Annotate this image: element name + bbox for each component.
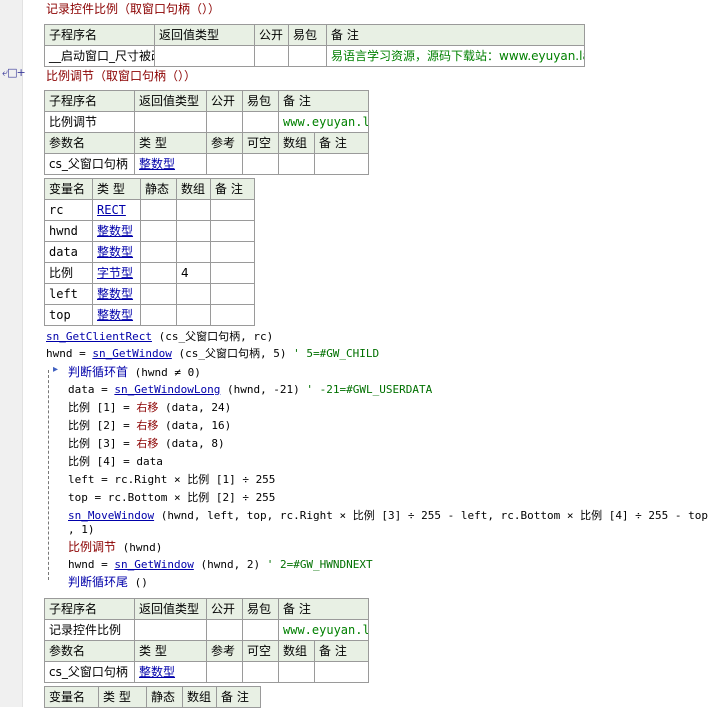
code-line-5[interactable]: 比例 [1] = 右移 (data, 24) <box>68 400 231 416</box>
code-line-2[interactable]: hwnd = sn_GetWindow (cs_父窗口句柄, 5) ' 5=#G… <box>46 346 379 362</box>
table-row: left 整数型 <box>44 283 255 305</box>
sub3-var-table: 变量名类 型 静态 数组 备 注 <box>44 686 261 708</box>
table-header-row: 子程序名 返回值类型 公开 易包 备 注 <box>44 598 369 620</box>
table-row: cs_父窗口句柄 整数型 <box>44 153 369 175</box>
table-row: 比例 字节型 4 <box>44 262 255 284</box>
loop-guide-line <box>48 370 49 580</box>
editor-gutter <box>0 0 23 707</box>
sub2-param-table: 参数名类 型 参考 可空 数组备 注 cs_父窗口句柄 整数型 <box>44 132 369 175</box>
sub2-var-table: 变量名类 型 静态 数组 备 注 rc RECT hwnd 整数型 data 整数型 比… <box>44 178 255 326</box>
sub3-param-table: 参数名类 型 参考 可空 数组备 注 cs_父窗口句柄 整数型 <box>44 640 369 683</box>
table-header-row: 变量名类 型 静态 数组 备 注 <box>44 178 255 200</box>
sub3-table: 子程序名 返回值类型 公开 易包 备 注 记录控件比例 www.eyuyan.la <box>44 598 369 641</box>
sub1-table: 子程序名返回值类型 公开易包 备 注 __启动窗口_尺寸被改变 易语言学习资源，… <box>44 24 585 67</box>
code-line-9[interactable]: left = rc.Right × 比例 [1] ÷ 255 <box>68 472 275 488</box>
code-line-13[interactable]: hwnd = sn_GetWindow (hwnd, 2) ' 2=#GW_HW… <box>68 557 373 573</box>
code-line-8[interactable]: 比例 [4] = data <box>68 454 163 470</box>
table-row: cs_父窗口句柄 整数型 <box>44 661 369 683</box>
code-line-7[interactable]: 比例 [3] = 右移 (data, 8) <box>68 436 225 452</box>
table-header-row: 子程序名 返回值类型 公开 易包 备 注 <box>44 24 585 46</box>
code-line-14[interactable]: 判断循环尾 () <box>68 574 148 591</box>
table-header-row: 参数名类 型 参考 可空 数组备 注 <box>44 132 369 154</box>
code-line-1[interactable]: sn_GetClientRect (cs_父窗口句柄, rc) <box>46 329 273 345</box>
loop-arrow-icon: ▸ <box>53 364 59 375</box>
code-line-11[interactable]: sn_MoveWindow (hwnd, left, top, rc.Right… <box>68 508 708 524</box>
sub1-title: 记录控件比例（取窗口句柄（）） <box>46 2 221 16</box>
sub2-title: 比例调节（取窗口句柄（）） <box>46 69 197 83</box>
table-row: top 整数型 <box>44 304 255 326</box>
breakpoint-plus-icon[interactable]: ⤶□+ <box>2 66 26 80</box>
code-line-3[interactable]: 判断循环首 (hwnd ≠ 0) <box>68 364 201 381</box>
code-line-4[interactable]: data = sn_GetWindowLong (hwnd, -21) ' -2… <box>68 382 432 398</box>
code-line-12[interactable]: 比例调节 (hwnd) <box>68 539 162 556</box>
table-row: data 整数型 <box>44 241 255 263</box>
table-row: 比例调节 www.eyuyan.la <box>44 111 369 133</box>
code-line-6[interactable]: 比例 [2] = 右移 (data, 16) <box>68 418 231 434</box>
table-row: hwnd 整数型 <box>44 220 255 242</box>
code-line-10[interactable]: top = rc.Bottom × 比例 [2] ÷ 255 <box>68 490 275 506</box>
sub2-table: 子程序名 返回值类型 公开 易包 备 注 比例调节 www.eyuyan.la <box>44 90 369 133</box>
table-row: rc RECT <box>44 199 255 221</box>
table-header-row: 子程序名 返回值类型 公开 易包 备 注 <box>44 90 369 112</box>
code-line-11-cont[interactable]: , 1) <box>68 522 95 538</box>
table-header-row: 参数名类 型 参考 可空 数组备 注 <box>44 640 369 662</box>
table-row: __启动窗口_尺寸被改变 易语言学习资源，源码下载站：www.eyuyan.la <box>44 45 585 67</box>
table-header-row: 变量名类 型 静态 数组 备 注 <box>44 686 261 708</box>
table-row: 记录控件比例 www.eyuyan.la <box>44 619 369 641</box>
